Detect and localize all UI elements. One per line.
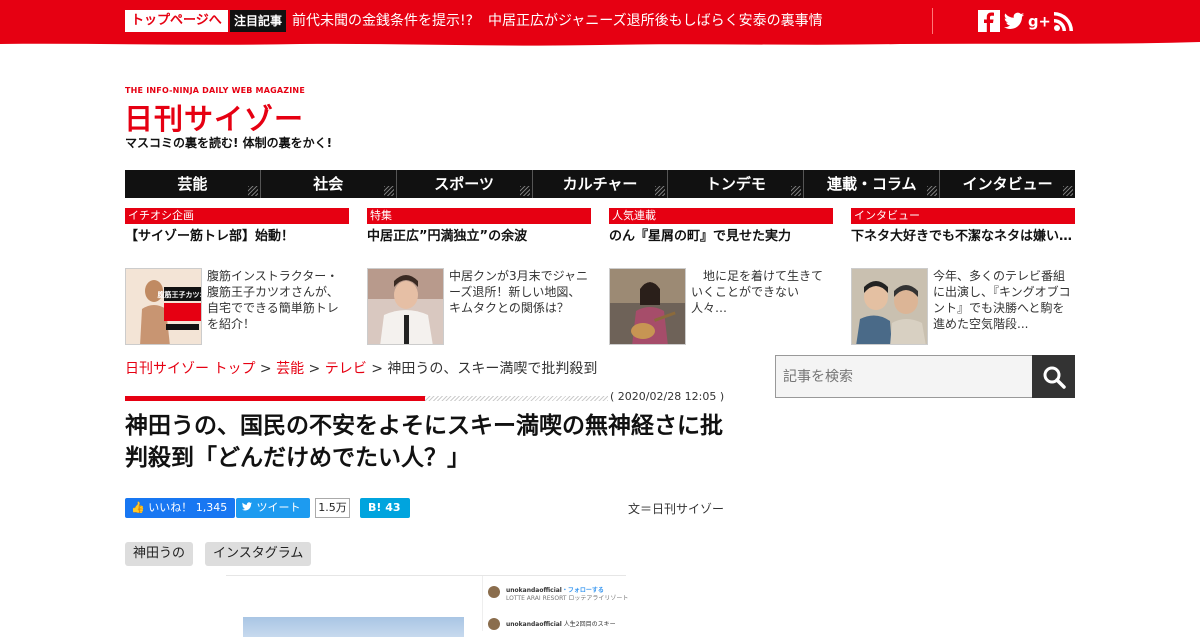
avatar[interactable] — [488, 586, 500, 598]
breadcrumb-separator: > — [308, 361, 321, 377]
card-thumbnail[interactable] — [367, 268, 444, 345]
breadcrumb-tv[interactable]: テレビ — [325, 361, 367, 377]
top-divider — [932, 8, 933, 34]
card-description: 地に足を着けて生きていくことができない人々… — [691, 269, 824, 315]
top-page-button[interactable]: トップページへ — [125, 10, 228, 32]
nav-item-tondemo[interactable]: トンデモ — [668, 170, 805, 198]
embed-photo[interactable] — [243, 617, 464, 637]
feature-card[interactable]: インタビュー 下ネタ大好きでも不潔なネタは嫌い… 今年、多くのテレビ番組に出演し… — [851, 208, 1075, 345]
top-headline-1[interactable]: 前代未聞の金銭条件を提示!? — [292, 10, 473, 32]
breadcrumb-separator: > — [371, 361, 383, 377]
card-category: インタビュー — [851, 208, 1075, 224]
article-author: 文＝日刊サイゾー — [628, 502, 725, 516]
breadcrumb-current: 神田うの、スキー満喫で批判殺到 — [387, 361, 598, 377]
breadcrumb-geinou[interactable]: 芸能 — [276, 361, 304, 377]
search-box — [775, 355, 1075, 398]
search-input[interactable] — [776, 356, 1032, 397]
embed-caption: unokandaofficial 人生2回目のスキー — [506, 619, 616, 628]
twitter-icon — [241, 502, 253, 511]
card-category: 人気連載 — [609, 208, 833, 224]
card-title[interactable]: 【サイゾー筋トレ部】始動！ — [125, 228, 349, 245]
svg-text:g+: g+ — [1028, 14, 1050, 31]
breadcrumb-separator: > — [259, 361, 272, 377]
site-logo[interactable]: 日刊サイゾー — [124, 96, 304, 138]
card-thumbnail[interactable]: 腹筋王子カツオ — [125, 268, 202, 345]
nav-item-culture[interactable]: カルチャー — [533, 170, 669, 198]
card-title[interactable]: 下ネタ大好きでも不潔なネタは嫌い… — [851, 228, 1075, 245]
card-title[interactable]: のん『星屑の町』で見せた実力 — [609, 228, 833, 245]
tag-kanda-uno[interactable]: 神田うの — [125, 542, 194, 566]
tweet-count: 1.5万 — [315, 498, 350, 518]
article-date: ( 2020/02/28 12:05 ) — [608, 390, 727, 403]
tag-instagram[interactable]: インスタグラム — [205, 542, 312, 566]
search-icon — [1043, 366, 1066, 389]
nav-item-shakai[interactable]: 社会 — [261, 170, 397, 198]
hatena-bookmark-button[interactable]: B! 43 — [360, 498, 410, 518]
thumbs-up-icon: 👍 — [131, 501, 145, 514]
nav-item-sports[interactable]: スポーツ — [397, 170, 533, 198]
card-category: 特集 — [367, 208, 591, 224]
embed-account-name: unokandaofficial — [506, 621, 562, 628]
card-description: 今年、多くのテレビ番組に出演し、『キングオブコント』でも決勝へと駒を進めた空気階… — [933, 269, 1071, 331]
feature-card[interactable]: 人気連載 のん『星屑の町』で見せた実力 地に足を着けて生きていくことができない人… — [609, 208, 833, 345]
featured-tag: 注目記事 — [230, 10, 287, 32]
top-headline-2[interactable]: 中居正広がジャニーズ退所後もしばらく安泰の裏事情 — [488, 10, 823, 32]
instagram-embed[interactable]: unokandaofficial・フォローする LOTTE ARAI RESOR… — [226, 575, 629, 637]
google-plus-icon[interactable]: g+ — [1028, 10, 1050, 32]
nav-item-column[interactable]: 連載・コラム — [804, 170, 941, 198]
facebook-icon[interactable] — [978, 10, 1000, 32]
tweet-label: ツイート — [256, 501, 301, 514]
search-button[interactable] — [1032, 355, 1075, 398]
thumb-caption: 腹筋王子カツオ — [157, 290, 203, 299]
nav-item-geinou[interactable]: 芸能 — [125, 170, 261, 198]
breadcrumb-home[interactable]: 日刊サイゾー トップ — [125, 361, 255, 377]
card-thumbnail[interactable] — [851, 268, 928, 345]
card-description: 中居クンが3月末でジャニーズ退所！新しい地図、キムタクとの関係は？ — [449, 269, 589, 315]
embed-caption-text: 人生2回目のスキー — [563, 621, 616, 628]
card-description: 腹筋インストラクター・腹筋王子カツオさんが、自宅でできる簡単筋トレを紹介！ — [207, 269, 339, 331]
facebook-like-button[interactable]: 👍 いいね！ 1,345 — [125, 498, 235, 518]
feature-card[interactable]: 特集 中居正広”円満独立”の余波 中居クンが3月末でジャニーズ退所！新しい地図、… — [367, 208, 591, 345]
avatar[interactable] — [488, 618, 500, 630]
main-nav: 芸能 社会 スポーツ カルチャー トンデモ 連載・コラム インタビュー — [125, 170, 1075, 198]
embed-divider — [482, 576, 483, 631]
card-category: イチオシ企画 — [125, 208, 349, 224]
twitter-icon[interactable] — [1003, 10, 1025, 32]
title-rule — [125, 396, 425, 401]
nav-item-interview[interactable]: インタビュー — [940, 170, 1075, 198]
embed-location: LOTTE ARAI RESORT ロッテアライリゾート — [506, 595, 629, 602]
like-label: いいね！ 1,345 — [148, 501, 228, 514]
feature-card[interactable]: イチオシ企画 【サイゾー筋トレ部】始動！ 腹筋王子カツオ 腹筋インストラクター・… — [125, 208, 349, 345]
rss-icon[interactable] — [1053, 10, 1075, 32]
logo-tagline: THE INFO-NINJA DAILY WEB MAGAZINE — [125, 86, 305, 95]
logo-subtitle: マスコミの裏を読む! 体制の裏をかく! — [125, 136, 333, 150]
article-title: 神田うの、国民の不安をよそにスキー満喫の無神経さに批判殺到「どんだけめでたい人？… — [125, 413, 723, 471]
card-thumbnail[interactable] — [609, 268, 686, 345]
breadcrumb: 日刊サイゾー トップ > 芸能 > テレビ > 神田うの、スキー満喫で批判殺到 — [125, 358, 597, 378]
topbar-fringe — [0, 40, 1200, 46]
top-bar: トップページへ 注目記事 前代未聞の金銭条件を提示!? 中居正広がジャニーズ退所… — [0, 0, 1200, 40]
tweet-button[interactable]: ツイート — [236, 498, 310, 518]
card-title[interactable]: 中居正広”円満独立”の余波 — [367, 228, 591, 245]
